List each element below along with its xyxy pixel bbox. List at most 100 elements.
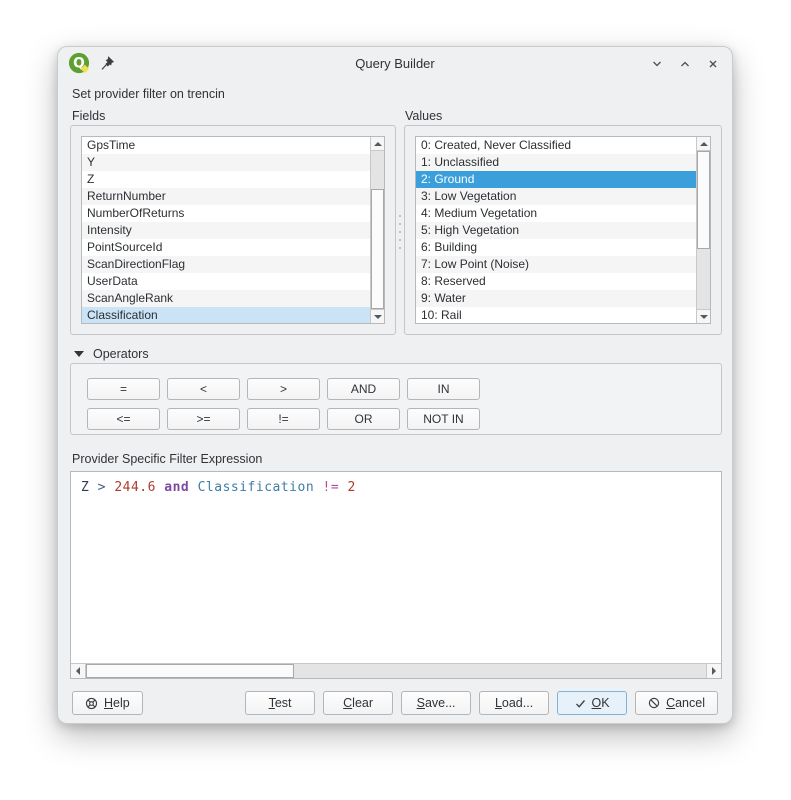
scroll-down-button[interactable] [371,309,384,323]
save-button-label: Save... [417,696,456,710]
triangle-left-icon [76,667,80,675]
list-item[interactable]: 8: Reserved [416,273,696,290]
help-button[interactable]: Help [72,691,143,715]
scroll-left-button[interactable] [71,664,86,678]
provider-filter-caption: Set provider filter on trencin [72,87,225,101]
scroll-up-button[interactable] [697,137,710,151]
list-item[interactable]: 4: Medium Vegetation [416,205,696,222]
list-item[interactable]: ScanDirectionFlag [82,256,370,273]
expression-horizontal-scrollbar[interactable] [71,663,721,678]
triangle-down-icon [700,315,708,319]
filter-expression-editor[interactable]: Z > 244.6 and Classification != 2 [70,471,722,679]
collapse-triangle-icon [74,351,84,357]
scroll-up-button[interactable] [371,137,384,151]
values-label: Values [405,109,442,123]
checkmark-icon [575,698,586,709]
list-item[interactable]: NumberOfReturns [82,205,370,222]
list-item[interactable]: ReturnNumber [82,188,370,205]
list-item[interactable]: Y [82,154,370,171]
clear-button[interactable]: Clear [323,691,393,715]
expression-token: 2 [347,480,355,495]
scroll-right-button[interactable] [706,664,721,678]
scrollbar-thumb[interactable] [697,151,710,249]
list-item[interactable]: 2: Ground [416,171,696,188]
help-button-label: Help [104,696,130,710]
fields-listbox: GpsTimeYZReturnNumberNumberOfReturnsInte… [81,136,385,324]
scrollbar-thumb[interactable] [86,664,294,678]
scroll-down-button[interactable] [697,309,710,323]
fields-list[interactable]: GpsTimeYZReturnNumberNumberOfReturnsInte… [82,137,370,323]
save-button[interactable]: Save... [401,691,471,715]
cancel-button-label: Cancel [666,696,705,710]
test-button[interactable]: Test [245,691,315,715]
operator-button[interactable]: = [87,378,160,400]
values-panel: 0: Created, Never Classified1: Unclassif… [404,125,722,335]
operators-row-2: <= >= != OR NOT IN [87,408,480,430]
expression-token: > [89,480,114,495]
list-item[interactable]: 9: Water [416,290,696,307]
list-item[interactable]: 6: Building [416,239,696,256]
operator-button[interactable]: NOT IN [407,408,480,430]
clear-button-label: Clear [343,696,373,710]
filter-expression-label: Provider Specific Filter Expression [72,452,262,466]
operator-button[interactable]: AND [327,378,400,400]
window-close-button[interactable] [704,55,722,73]
help-icon [85,697,98,710]
list-item[interactable]: 3: Low Vegetation [416,188,696,205]
ok-button-label: OK [592,696,610,710]
operator-button[interactable]: < [167,378,240,400]
triangle-up-icon [700,142,708,146]
list-item[interactable]: UserData [82,273,370,290]
values-scrollbar[interactable] [696,137,710,323]
close-icon [707,58,719,70]
triangle-up-icon [374,142,382,146]
query-builder-dialog: Q Query Builder [57,46,733,724]
operator-button[interactable]: <= [87,408,160,430]
window-maximize-button[interactable] [676,55,694,73]
expression-token [314,480,322,495]
window-minimize-button[interactable] [648,55,666,73]
list-item[interactable]: 5: High Vegetation [416,222,696,239]
list-item[interactable]: Classification [82,307,370,323]
operator-button[interactable]: IN [407,378,480,400]
list-item[interactable]: Z [82,171,370,188]
chevron-up-icon [679,58,691,70]
cancel-icon [648,697,660,709]
operators-groupbox: = < > AND IN <= >= != OR NOT IN [70,363,722,435]
expression-token: 244.6 [114,480,156,495]
list-item[interactable]: ScanAngleRank [82,290,370,307]
chevron-down-icon [651,58,663,70]
filter-expression-text: Z > 244.6 and Classification != 2 [81,480,356,495]
list-item[interactable]: PointSourceId [82,239,370,256]
list-item[interactable]: GpsTime [82,137,370,154]
expression-token: Classification [198,480,315,495]
load-button-label: Load... [495,696,533,710]
fields-panel: GpsTimeYZReturnNumberNumberOfReturnsInte… [70,125,396,335]
triangle-right-icon [712,667,716,675]
operators-row-1: = < > AND IN [87,378,480,400]
cancel-button[interactable]: Cancel [635,691,718,715]
operators-header[interactable]: Operators [74,347,149,361]
list-item[interactable]: 7: Low Point (Noise) [416,256,696,273]
list-item[interactable]: 0: Created, Never Classified [416,137,696,154]
triangle-down-icon [374,315,382,319]
expression-token: and [164,480,189,495]
list-item[interactable]: 1: Unclassified [416,154,696,171]
list-item[interactable]: 10: Rail [416,307,696,323]
values-listbox: 0: Created, Never Classified1: Unclassif… [415,136,711,324]
fields-scrollbar[interactable] [370,137,384,323]
operator-button[interactable]: >= [167,408,240,430]
operator-button[interactable]: != [247,408,320,430]
window-title: Query Builder [58,56,732,71]
scrollbar-thumb[interactable] [371,189,384,309]
titlebar: Q Query Builder [58,47,732,81]
fields-label: Fields [72,109,105,123]
ok-button[interactable]: OK [557,691,627,715]
values-list[interactable]: 0: Created, Never Classified1: Unclassif… [416,137,696,323]
operators-label: Operators [93,347,149,361]
panel-splitter-handle[interactable] [398,215,402,249]
load-button[interactable]: Load... [479,691,549,715]
operator-button[interactable]: > [247,378,320,400]
list-item[interactable]: Intensity [82,222,370,239]
operator-button[interactable]: OR [327,408,400,430]
